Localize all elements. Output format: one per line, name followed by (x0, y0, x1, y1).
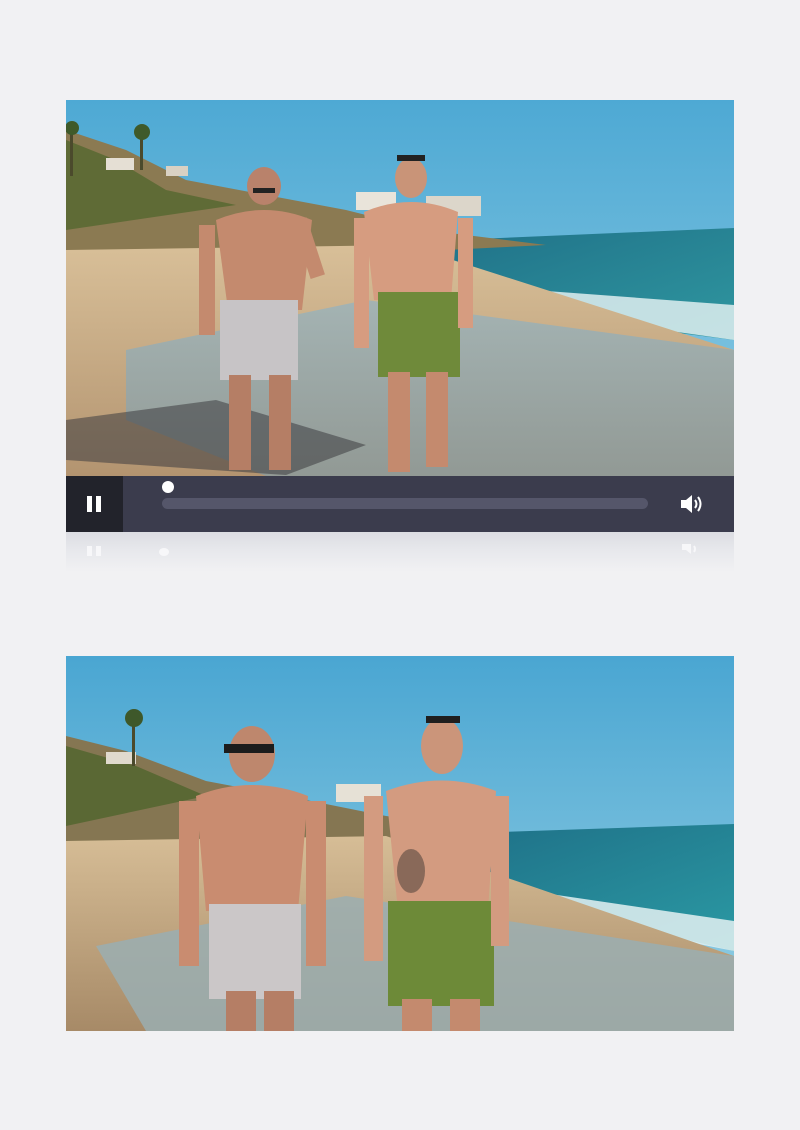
volume-button[interactable] (678, 490, 706, 518)
progress-bar[interactable] (162, 498, 648, 509)
progress-knob[interactable] (162, 481, 174, 493)
video-scene-wide (66, 100, 734, 476)
video-still-frame (66, 656, 734, 1031)
reflection-mark (96, 546, 101, 556)
control-bar-reflection (66, 532, 734, 572)
reflection-mark (87, 546, 92, 556)
speaker-volume-icon (681, 495, 702, 513)
reflection-knob (159, 548, 169, 556)
reflection-speaker-icon (682, 544, 696, 554)
video-scene-close (66, 656, 734, 1031)
video-frame[interactable] (66, 100, 734, 476)
pause-icon-bar (96, 496, 101, 512)
pause-button[interactable] (66, 476, 123, 532)
pause-icon (87, 496, 92, 512)
video-control-bar (66, 476, 734, 532)
